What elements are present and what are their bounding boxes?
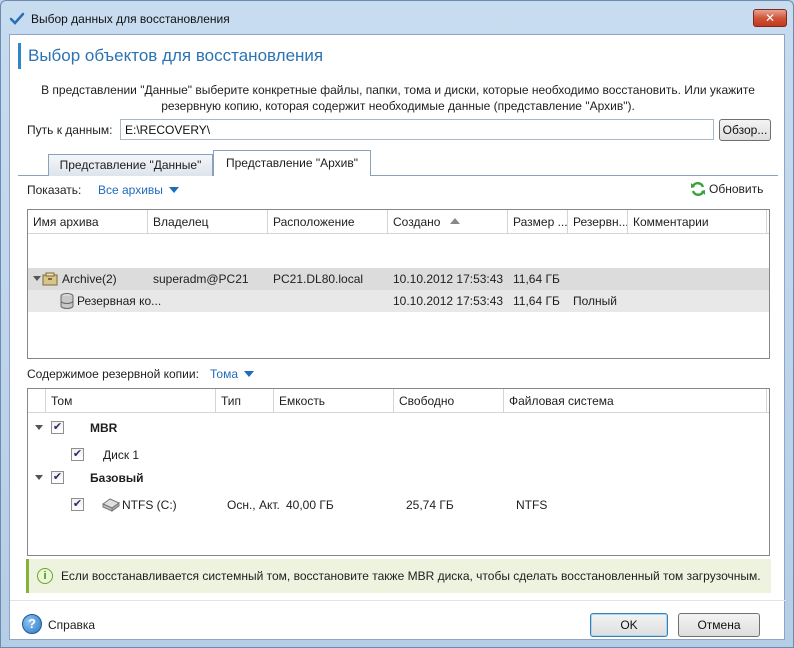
database-icon <box>60 293 74 309</box>
group-name-mbr: MBR <box>90 421 118 435</box>
volume-free: 25,74 ГБ <box>406 498 454 512</box>
column-header-created[interactable]: Создано <box>388 210 508 234</box>
disk-name: Диск 1 <box>103 448 140 462</box>
column-header-owner[interactable]: Владелец <box>148 210 268 234</box>
chevron-down-icon <box>244 371 254 377</box>
drive-icon <box>101 498 121 512</box>
group-name-basic: Базовый <box>90 471 144 485</box>
backup-created: 10.10.2012 17:53:43 <box>393 294 504 308</box>
column-header-volume[interactable]: Том <box>46 389 216 413</box>
volume-capacity: 40,00 ГБ <box>286 498 334 512</box>
header-accent-bar <box>18 43 21 69</box>
title-bar[interactable]: Выбор данных для восстановления ✕ <box>1 1 793 35</box>
chevron-down-icon <box>168 187 179 193</box>
app-check-icon <box>9 12 25 25</box>
volume-type: Осн., Акт. <box>227 498 280 512</box>
mbr-checkbox[interactable]: ✔ <box>51 421 64 434</box>
close-button[interactable]: ✕ <box>753 9 787 27</box>
description: В представлении "Данные" выберите конкре… <box>10 82 786 114</box>
archive-created: 10.10.2012 17:53:43 <box>393 272 504 286</box>
column-header-free[interactable]: Свободно <box>394 389 504 413</box>
tab-data-view[interactable]: Представление "Данные" <box>48 154 213 176</box>
volumes-table[interactable]: Том Тип Емкость Свободно Файловая систем… <box>27 388 770 556</box>
dialog-window: Выбор данных для восстановления ✕ Выбор … <box>0 0 794 648</box>
backup-size: 11,64 ГБ <box>513 294 560 308</box>
archive-location: PC21.DL80.local <box>273 272 364 286</box>
window-title: Выбор данных для восстановления <box>31 12 230 26</box>
column-header-archive-name[interactable]: Имя архива <box>28 210 148 234</box>
column-header-spacer <box>28 389 46 413</box>
volume-row[interactable]: ✔ NTFS (C:) Осн., Акт. 40,00 ГБ 25,74 ГБ… <box>28 494 769 516</box>
archive-name: Archive(2) <box>62 272 117 286</box>
disk-row[interactable]: ✔ Диск 1 <box>28 444 769 466</box>
basic-checkbox[interactable]: ✔ <box>51 471 64 484</box>
path-label: Путь к данным: <box>27 123 113 137</box>
help-icon[interactable]: ? <box>22 614 42 634</box>
column-header-backup-type[interactable]: Резервн... <box>568 210 628 234</box>
volume-name: NTFS (C:) <box>122 498 177 512</box>
info-icon: i <box>37 568 53 584</box>
archive-row[interactable]: Archive(2) superadm@PC21 PC21.DL80.local… <box>28 268 769 290</box>
column-header-size[interactable]: Размер ... <box>508 210 568 234</box>
show-dropdown-value: Все архивы <box>98 183 163 197</box>
footer-divider <box>10 600 786 601</box>
browse-button[interactable]: Обзор... <box>719 119 771 141</box>
backup-row[interactable]: Резервная ко... 10.10.2012 17:53:43 11,6… <box>28 290 769 312</box>
contents-mode-value: Тома <box>210 367 238 381</box>
description-line-1: В представлении "Данные" выберите конкре… <box>41 83 755 97</box>
column-header-comments[interactable]: Комментарии <box>628 210 767 234</box>
show-dropdown[interactable]: Все архивы <box>98 183 179 197</box>
dialog-client-area: Выбор объектов для восстановления В пред… <box>9 34 786 640</box>
refresh-button[interactable]: Обновить <box>690 181 763 197</box>
column-header-filesystem[interactable]: Файловая система <box>504 389 767 413</box>
refresh-label: Обновить <box>709 182 764 196</box>
group-row-basic[interactable]: ✔ Базовый <box>28 467 769 489</box>
help-link[interactable]: Справка <box>48 618 95 632</box>
contents-mode-dropdown[interactable]: Тома <box>210 367 254 381</box>
group-row-mbr[interactable]: ✔ MBR <box>28 417 769 439</box>
refresh-icon <box>691 182 705 196</box>
column-header-type[interactable]: Тип <box>216 389 274 413</box>
collapse-arrow-icon[interactable] <box>33 276 41 281</box>
page-title: Выбор объектов для восстановления <box>28 46 324 65</box>
collapse-arrow-icon[interactable] <box>35 475 43 480</box>
column-header-capacity[interactable]: Емкость <box>274 389 394 413</box>
archives-table[interactable]: Имя архива Владелец Расположение Создано… <box>27 209 770 359</box>
description-line-2: резервную копию, которая содержит необхо… <box>161 99 635 113</box>
sort-ascending-icon <box>450 218 461 224</box>
collapse-arrow-icon[interactable] <box>35 425 43 430</box>
path-input[interactable] <box>120 119 714 140</box>
show-label: Показать: <box>27 183 82 197</box>
archive-size: 11,64 ГБ <box>513 272 560 286</box>
archive-owner: superadm@PC21 <box>153 272 249 286</box>
ok-button[interactable]: OK <box>590 613 668 637</box>
archive-icon <box>42 272 58 286</box>
info-bar: i Если восстанавливается системный том, … <box>26 559 771 593</box>
volumes-table-header: Том Тип Емкость Свободно Файловая систем… <box>28 389 769 413</box>
column-header-created-label: Создано <box>393 215 441 229</box>
volume-checkbox[interactable]: ✔ <box>71 498 84 511</box>
backup-type: Полный <box>573 294 617 308</box>
column-header-location[interactable]: Расположение <box>268 210 388 234</box>
archives-table-header: Имя архива Владелец Расположение Создано… <box>28 210 769 234</box>
tab-archive-view[interactable]: Представление "Архив" <box>213 150 371 176</box>
volume-filesystem: NTFS <box>516 498 548 512</box>
info-text: Если восстанавливается системный том, во… <box>61 569 761 583</box>
disk-checkbox[interactable]: ✔ <box>71 448 84 461</box>
backup-name: Резервная ко... <box>77 294 162 308</box>
cancel-button[interactable]: Отмена <box>678 613 760 637</box>
backup-contents-label: Содержимое резервной копии: <box>27 367 199 381</box>
